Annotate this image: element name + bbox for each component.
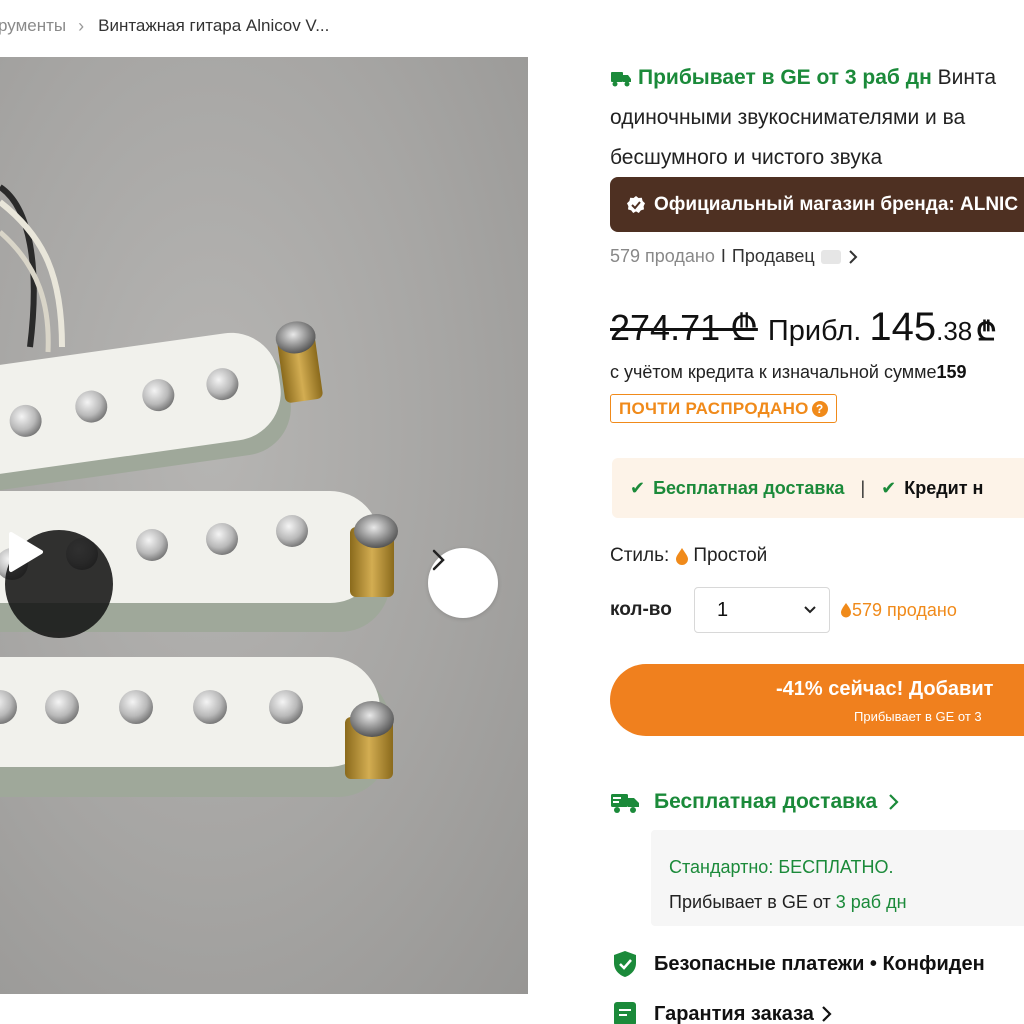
truck-icon <box>611 72 631 87</box>
official-store-text: Официальный магазин бренда: ALNIC <box>654 193 1019 215</box>
arrival-badge: Прибывает в GE от 3 раб дн <box>610 66 938 89</box>
quantity-row: кол-во 1 579 продано <box>610 587 957 633</box>
verified-badge-icon <box>627 195 645 213</box>
quantity-select[interactable]: 1 <box>694 587 830 633</box>
credit-note-text: с учётом кредита к изначальной сумме <box>610 362 937 382</box>
perk-free-shipping: Бесплатная доставка <box>653 477 845 498</box>
official-store-banner[interactable]: Официальный магазин бренда: ALNIC <box>610 177 1024 232</box>
shipping-header[interactable]: Бесплатная доставка <box>610 790 899 814</box>
guarantee-text: Гарантия заказа <box>654 1002 814 1024</box>
add-to-cart-button[interactable]: -41% сейчас! Добавит Прибывает в GE от 3 <box>610 664 1024 736</box>
chevron-right-icon[interactable] <box>847 249 859 265</box>
perks-bar: ✔ Бесплатная доставка | ✔ Кредит н <box>612 458 1024 518</box>
chevron-down-icon <box>804 606 816 614</box>
secure-payments-text: Безопасные платежи • Конфиден <box>654 952 985 975</box>
seller-avatar <box>820 249 841 264</box>
chevron-right-icon <box>432 549 445 571</box>
price-currency: ₾ <box>976 316 997 346</box>
quantity-value: 1 <box>717 598 729 621</box>
breadcrumb-current: Винтажная гитара Alnicov V... <box>98 16 330 35</box>
next-image-button[interactable] <box>428 548 498 618</box>
quantity-label: кол-во <box>610 599 672 620</box>
guarantee-icon <box>614 1002 636 1024</box>
shield-icon <box>614 951 636 977</box>
quantity-sold-text: 579 продано <box>852 599 957 620</box>
sold-count: 579 продано <box>610 246 715 266</box>
breadcrumb-separator: › <box>78 15 85 36</box>
video-play-button[interactable] <box>5 530 113 638</box>
cta-sub-text: Прибывает в GE от 3 <box>854 709 982 724</box>
secure-payments[interactable]: Безопасные платежи • Конфиден <box>612 950 985 978</box>
seller-link[interactable]: Продавец <box>732 246 815 267</box>
product-title: Прибывает в GE от 3 раб дн Винта одиночн… <box>610 58 1024 178</box>
check-icon: ✔ <box>881 477 897 498</box>
play-icon <box>9 532 43 572</box>
shipping-standard: Стандартно: БЕСПЛАТНО. <box>669 857 894 877</box>
original-price: 274.71 ₾ <box>610 307 758 348</box>
shipping-arrival-prefix: Прибывает в GE от <box>669 892 831 912</box>
almost-sold-out-text: ПОЧТИ РАСПРОДАНО <box>619 398 809 418</box>
quantity-sold-note: 579 продано <box>840 600 957 621</box>
style-label: Стиль: <box>610 545 670 566</box>
arrival-badge-text: Прибывает в GE от 3 раб дн <box>638 66 932 89</box>
order-guarantee[interactable]: Гарантия заказа <box>612 1000 832 1024</box>
chevron-right-icon <box>822 1006 832 1022</box>
title-line2: одиночными звукоснимателями и ва <box>610 106 966 129</box>
shipping-arrival-days: 3 раб дн <box>835 892 907 912</box>
title-line3: бесшумного и чистого звука <box>610 146 883 169</box>
style-selector: Стиль: Простой <box>610 545 767 567</box>
credit-note: с учётом кредита к изначальной сумме159 <box>610 362 967 383</box>
product-photo <box>0 184 398 797</box>
price-row: 274.71 ₾ Прибл. 145 .38 ₾ <box>610 302 996 358</box>
title-line1: Винта <box>937 66 997 89</box>
truck-icon <box>611 794 639 813</box>
approx-label: Прибл. <box>767 315 862 347</box>
shipping-details: Стандартно: БЕСПЛАТНО. Прибывает в GE от… <box>651 830 1024 926</box>
cta-main-text: -41% сейчас! Добавит <box>776 678 994 700</box>
check-icon: ✔ <box>630 477 646 498</box>
perk-divider: | <box>860 477 866 498</box>
chevron-right-icon <box>889 794 899 810</box>
almost-sold-out-badge: ПОЧТИ РАСПРОДАНО? <box>610 394 837 423</box>
shipping-arrival: Прибывает в GE от 3 раб дн <box>669 885 1024 920</box>
shipping-title: Бесплатная доставка <box>654 790 878 813</box>
flame-icon <box>676 548 689 565</box>
price-integer: 145 <box>869 305 937 349</box>
breadcrumb: рументы › Винтажная гитара Alnicov V... <box>0 14 329 38</box>
perk-credit: Кредит н <box>904 477 984 498</box>
price-decimal: .38 <box>936 316 973 346</box>
breadcrumb-item-tools[interactable]: рументы <box>0 16 66 36</box>
sales-seller-line: 579 продано I Продавец <box>610 246 859 267</box>
sales-separator: I <box>720 246 726 266</box>
credit-amount: 159 <box>936 362 967 382</box>
question-icon[interactable]: ? <box>811 400 828 417</box>
product-image-gallery[interactable] <box>0 57 528 994</box>
flame-icon <box>841 603 851 618</box>
style-value[interactable]: Простой <box>693 545 767 567</box>
